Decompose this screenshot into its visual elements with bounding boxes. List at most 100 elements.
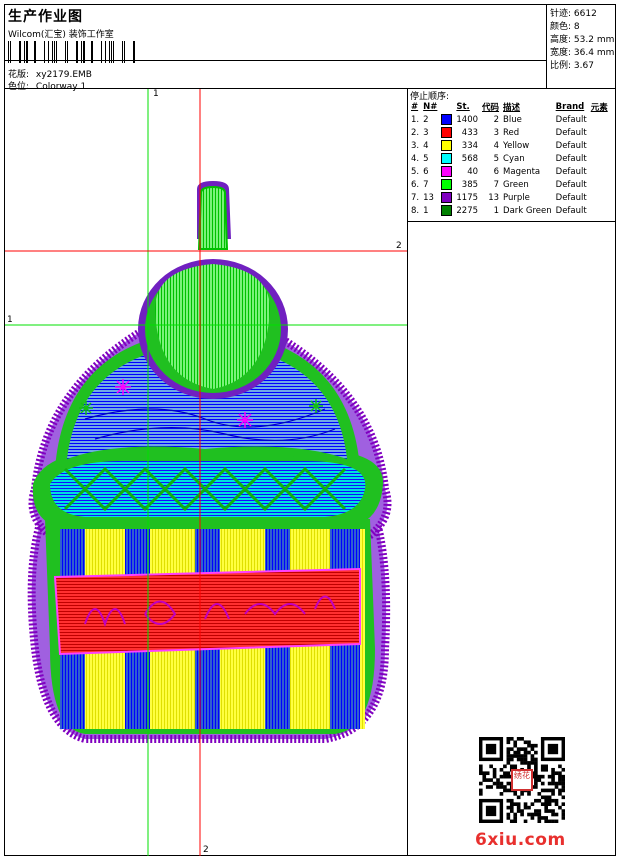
qr-module (530, 802, 535, 806)
qr-module (544, 802, 548, 806)
row-index: 1. (411, 114, 420, 125)
qr-module (534, 781, 538, 786)
company-name: Wilcom(汇宝) 装饰工作室 (8, 30, 114, 40)
qr-module (513, 819, 518, 823)
qr-module (513, 816, 518, 820)
guide-label-v1: 1 (153, 89, 159, 99)
qr-module (492, 781, 497, 786)
qr-finder (547, 743, 559, 755)
qr-module (561, 778, 565, 782)
qr-module (506, 774, 511, 779)
qr-module (492, 774, 497, 779)
qr-module (516, 737, 521, 741)
qr-module (561, 774, 565, 779)
qr-module (547, 802, 552, 806)
qr-module (547, 781, 552, 786)
qr-module (479, 764, 483, 769)
row-code: 7 (493, 179, 500, 190)
row-description: Dark Green (503, 205, 552, 216)
qr-module (534, 798, 538, 803)
spec-scale: 比例: 3.67 (550, 61, 594, 71)
qr-module (492, 767, 497, 772)
qr-module (540, 781, 545, 786)
row-swatch (439, 113, 454, 126)
row-brand: Default (555, 166, 587, 177)
qr-module (547, 819, 552, 823)
qr-module (506, 812, 511, 817)
qr-module (561, 812, 565, 817)
qr-module (527, 812, 531, 817)
spec-width: 宽度: 36.4 mm (550, 48, 615, 58)
row-brand: Default (555, 205, 587, 216)
col-element: 元素 (590, 103, 608, 113)
spec-height: 高度: 53.2 mm (550, 35, 615, 45)
col-brand: Brand (555, 102, 585, 112)
qr-module (479, 792, 483, 796)
qr-module (479, 767, 483, 772)
qr-module (520, 792, 524, 796)
qr-module (561, 781, 565, 786)
qr-module (503, 785, 507, 789)
qr-module (558, 771, 562, 776)
qr-module (551, 774, 555, 779)
qr-module (540, 774, 545, 779)
qr-module (551, 767, 555, 772)
row-code: 13 (488, 192, 500, 203)
qr-module (506, 816, 511, 820)
qr-module (513, 802, 518, 806)
row-brand: Default (555, 140, 587, 151)
qr-module (516, 805, 521, 810)
page-title: 生产作业图 (8, 9, 83, 25)
row-index: 5. (411, 166, 420, 177)
col-description: 描述 (503, 103, 521, 113)
qr-module (551, 792, 555, 796)
qr-module (534, 757, 538, 762)
qr-module (523, 757, 528, 762)
qr-module (509, 764, 514, 769)
qr-module (527, 750, 531, 755)
qr-module (537, 774, 542, 779)
row-stitches: 2275 (456, 205, 479, 216)
qr-module (513, 754, 518, 758)
row-description: Cyan (503, 153, 525, 164)
qr-module (527, 761, 531, 765)
qr-module (513, 740, 518, 745)
qr-module (499, 785, 504, 789)
qr-module (482, 771, 487, 776)
qr-module (544, 767, 548, 772)
qr-module (540, 816, 545, 820)
qr-module (527, 740, 531, 745)
row-code: 1 (493, 205, 500, 216)
qr-module (509, 757, 514, 762)
qr-module (506, 798, 511, 803)
row-needle: 2 (423, 114, 429, 125)
color-row: 3. 4 334 4 Yellow Default (409, 139, 610, 152)
color-swatch (441, 114, 453, 125)
qr-module (537, 816, 542, 820)
qr-module (554, 819, 559, 823)
qr-module (540, 767, 545, 772)
qr-module (516, 747, 521, 751)
qr-module (544, 809, 548, 813)
row-swatch (439, 152, 454, 165)
qr-module (554, 798, 559, 803)
qr-module (530, 812, 535, 817)
qr-module (527, 743, 531, 748)
qr-module (551, 809, 555, 813)
row-code: 2 (493, 114, 500, 125)
row-description: Green (503, 179, 529, 190)
qr-module (551, 788, 555, 793)
col-needle: N# (423, 102, 438, 112)
qr-module (554, 785, 559, 789)
qr-module (537, 778, 542, 782)
qr-module (534, 767, 538, 772)
row-stitches: 568 (461, 153, 479, 164)
qr-module (554, 802, 559, 806)
qr-module (520, 809, 524, 813)
row-stitches: 385 (461, 179, 479, 190)
qr-module (513, 792, 518, 796)
color-swatch (441, 192, 453, 203)
qr-module (482, 778, 487, 782)
qr-module (506, 750, 511, 755)
row-swatch (439, 165, 454, 178)
